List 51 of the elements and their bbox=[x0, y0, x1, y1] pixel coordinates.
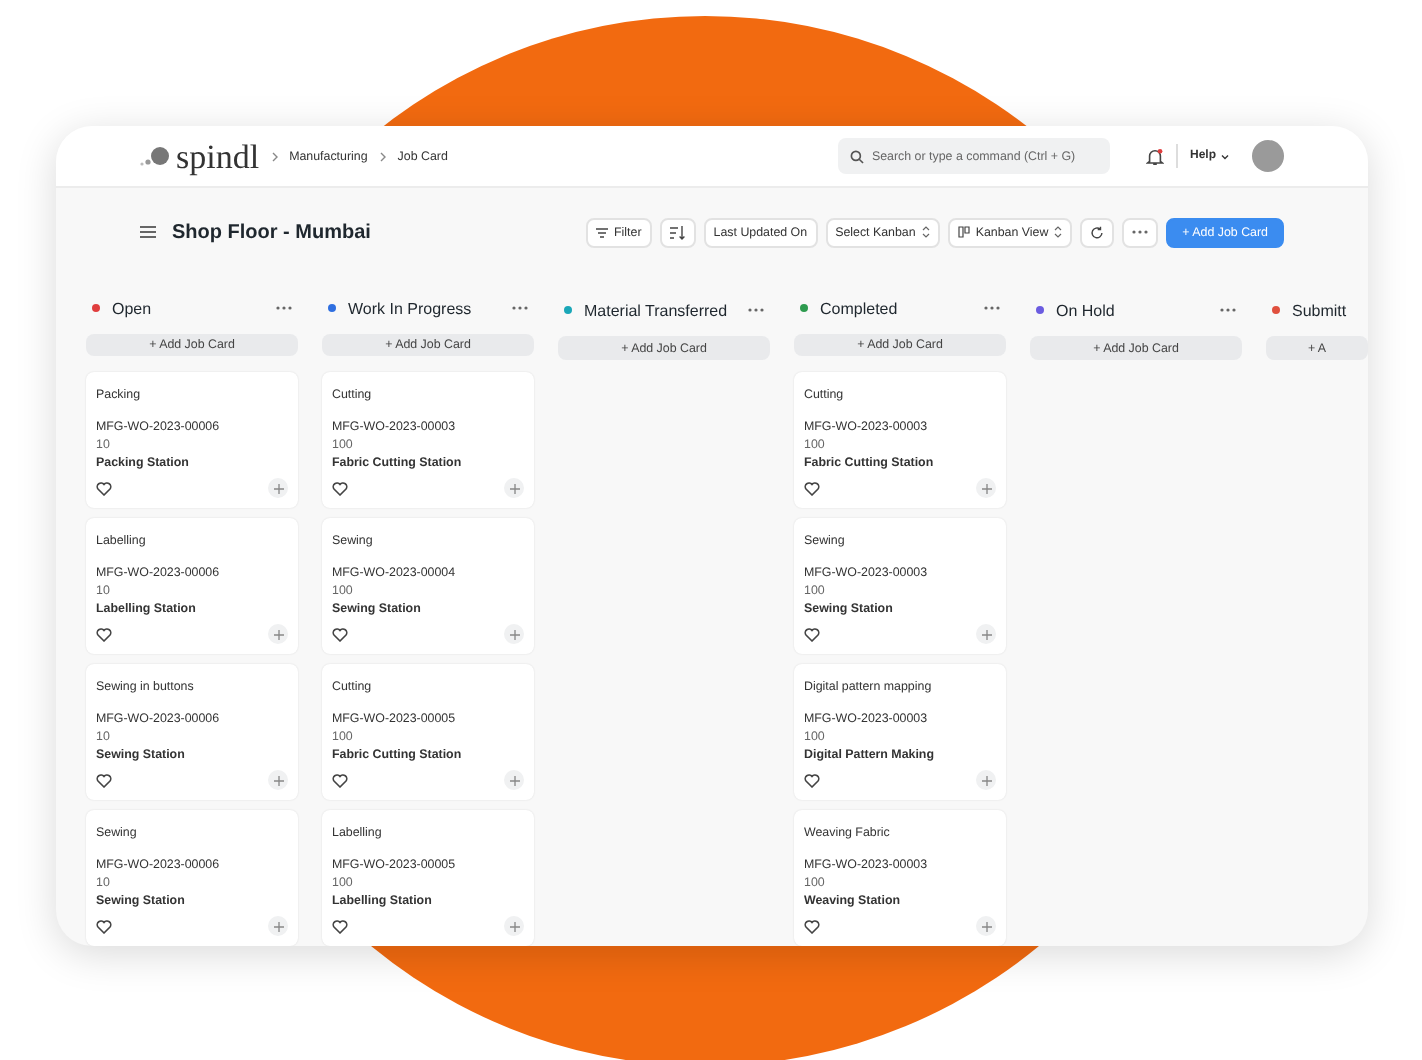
heart-icon[interactable] bbox=[804, 481, 820, 495]
heart-icon[interactable] bbox=[96, 773, 112, 787]
add-icon[interactable] bbox=[504, 916, 524, 936]
notification-bell-icon[interactable] bbox=[1145, 147, 1164, 165]
menu-icon[interactable] bbox=[140, 226, 156, 238]
heart-icon[interactable] bbox=[96, 919, 112, 933]
add-icon[interactable] bbox=[504, 770, 524, 790]
up-down-icon bbox=[1054, 226, 1063, 238]
columns-icon bbox=[957, 226, 970, 238]
refresh-button[interactable] bbox=[1080, 217, 1115, 247]
column-title: Completed bbox=[820, 299, 900, 318]
add-icon[interactable] bbox=[976, 624, 996, 644]
heart-icon[interactable] bbox=[96, 481, 112, 495]
heart-icon[interactable] bbox=[332, 481, 348, 495]
avatar[interactable] bbox=[1252, 140, 1284, 172]
add-icon[interactable] bbox=[504, 478, 524, 498]
sort-icon bbox=[669, 225, 686, 239]
up-down-icon bbox=[921, 226, 930, 238]
heart-icon[interactable] bbox=[804, 773, 820, 787]
column-title: On Hold bbox=[1056, 301, 1117, 319]
chevron-right-icon bbox=[379, 151, 386, 161]
add-icon[interactable] bbox=[268, 478, 288, 498]
logo-text[interactable]: spindl bbox=[176, 139, 260, 173]
chevron-right-icon bbox=[271, 151, 278, 161]
heart-icon[interactable] bbox=[96, 627, 112, 641]
logo-icon bbox=[140, 146, 172, 166]
heart-icon[interactable] bbox=[332, 773, 348, 787]
heart-icon[interactable] bbox=[332, 627, 348, 641]
more-icon[interactable] bbox=[984, 306, 1000, 311]
column-title: Open bbox=[112, 299, 154, 318]
sort-order-button[interactable] bbox=[659, 217, 696, 247]
heart-icon[interactable] bbox=[804, 627, 820, 641]
column-title: Material Transferred bbox=[584, 301, 730, 319]
add-icon[interactable] bbox=[268, 916, 288, 936]
add-icon[interactable] bbox=[976, 916, 996, 936]
more-icon[interactable] bbox=[512, 306, 528, 311]
add-icon[interactable] bbox=[268, 770, 288, 790]
add-icon[interactable] bbox=[976, 770, 996, 790]
add-icon[interactable] bbox=[504, 624, 524, 644]
refresh-icon bbox=[1090, 225, 1105, 239]
heart-icon[interactable] bbox=[804, 919, 820, 933]
filter-icon bbox=[596, 227, 609, 237]
heart-icon[interactable] bbox=[332, 919, 348, 933]
more-icon[interactable] bbox=[276, 306, 292, 311]
search-icon bbox=[849, 149, 864, 163]
column-title: Work In Progress bbox=[348, 299, 474, 318]
chevron-down-icon bbox=[1220, 153, 1230, 159]
add-icon[interactable] bbox=[976, 478, 996, 498]
column-title: Submitt bbox=[1292, 301, 1349, 319]
add-icon[interactable] bbox=[268, 624, 288, 644]
page-title: Shop Floor - Mumbai bbox=[172, 221, 371, 243]
